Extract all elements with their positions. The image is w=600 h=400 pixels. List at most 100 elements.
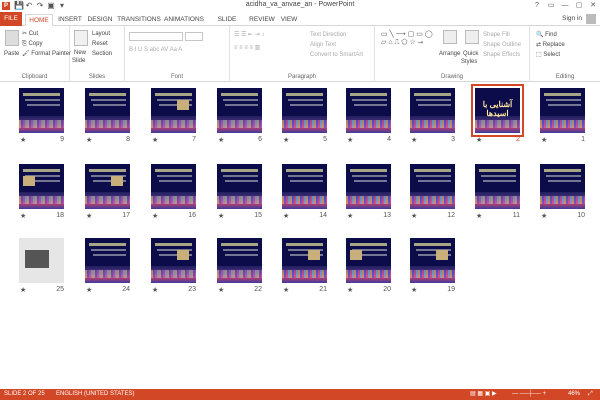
section-button[interactable]: Section <box>92 50 112 58</box>
select-button[interactable]: ⬚ Select <box>536 51 560 59</box>
quick-styles-button-line2[interactable]: Styles <box>461 58 477 66</box>
slide-thumbnail-17[interactable] <box>85 164 130 209</box>
slide-background-image <box>540 116 585 133</box>
slide-number: 15 <box>254 212 262 219</box>
ribbon-display-icon[interactable]: ▭ <box>544 0 558 12</box>
fit-slide-icon[interactable]: ⤢ <box>588 389 593 400</box>
cut-button[interactable]: ✂ Cut <box>22 30 38 38</box>
slide-text-lines <box>479 169 516 172</box>
shape-effects-button[interactable]: Shape Effects <box>483 51 520 59</box>
quick-styles-icon[interactable] <box>465 30 479 44</box>
shapes-gallery[interactable]: ▭ ╲ ⟶ ▢ ▭ ◯ ▱ ⌂ ⎍ ⬠ ☆ ⭢ <box>381 30 433 47</box>
slide-text-lines <box>27 104 60 106</box>
paragraph-group-label: Paragraph <box>287 74 317 80</box>
font-size-select[interactable] <box>185 32 203 41</box>
layout-button[interactable]: Layout <box>92 30 110 38</box>
slide-number: 10 <box>577 212 585 219</box>
paste-button[interactable]: Paste <box>4 50 19 58</box>
tab-file[interactable]: FILE <box>0 12 22 26</box>
slide-thumbnail-24[interactable] <box>85 238 130 283</box>
tab-review[interactable]: REVIEW <box>248 14 276 26</box>
new-slide-icon[interactable] <box>74 30 88 46</box>
slide-thumbnail-20[interactable] <box>346 238 391 283</box>
zoom-level[interactable]: 46% <box>568 389 580 400</box>
slide-thumbnail-11[interactable] <box>475 164 520 209</box>
slide-text-lines <box>548 180 581 182</box>
cut-label: Cut <box>28 31 39 37</box>
new-slide-button-line2[interactable]: Slide <box>72 57 85 65</box>
slide-thumbnail-7[interactable] <box>151 88 196 133</box>
shape-fill-button[interactable]: Shape Fill <box>483 31 510 39</box>
zoom-slider[interactable]: — ──┼── + <box>512 389 546 400</box>
slide-thumbnail-16[interactable] <box>151 164 196 209</box>
slide-picture <box>25 250 49 268</box>
tab-view[interactable]: VIEW <box>277 14 301 26</box>
slide-thumbnail-2[interactable]: آشنایی با اسیدها <box>471 84 524 137</box>
slide-text-lines <box>354 180 387 182</box>
animation-star-icon: ★ <box>347 287 354 294</box>
tab-home[interactable]: HOME <box>25 14 53 26</box>
format-painter-button[interactable]: 🖌 Format Painter <box>22 50 71 58</box>
align-text-button[interactable]: Align Text <box>310 41 336 49</box>
copy-label: Copy <box>28 41 43 47</box>
slide-thumbnail-3[interactable] <box>410 88 455 133</box>
text-direction-button[interactable]: Text Direction <box>310 31 346 39</box>
replace-button[interactable]: ⇄ Replace <box>536 41 565 49</box>
reset-button[interactable]: Reset <box>92 40 108 48</box>
slide-thumbnail-15[interactable] <box>217 164 262 209</box>
slide-thumbnail-25[interactable] <box>19 238 64 283</box>
help-icon[interactable]: ? <box>530 0 544 12</box>
tab-transitions[interactable]: TRANSITIONS <box>117 14 161 26</box>
slide-thumbnail-23[interactable] <box>151 238 196 283</box>
animation-star-icon: ★ <box>86 137 93 144</box>
font-family-select[interactable] <box>129 32 183 41</box>
list-buttons[interactable]: ☰ ☰ ⇤ ⇥ ↕ <box>234 31 264 39</box>
slide-thumbnail-21[interactable] <box>282 238 327 283</box>
find-button[interactable]: 🔍 Find <box>536 31 557 39</box>
slide-background-image <box>217 266 262 283</box>
new-slide-button[interactable]: New <box>74 49 86 57</box>
avatar[interactable] <box>586 14 596 24</box>
tab-insert[interactable]: INSERT <box>56 14 84 26</box>
slide-thumbnail-10[interactable] <box>540 164 585 209</box>
slide-picture <box>177 250 189 260</box>
slide-thumbnail-12[interactable] <box>410 164 455 209</box>
arrange-icon[interactable] <box>443 30 457 44</box>
tab-slide-show[interactable]: SLIDE SHOW <box>207 14 247 35</box>
slide-thumbnail-8[interactable] <box>85 88 130 133</box>
paste-icon[interactable] <box>5 30 19 46</box>
sign-in-link[interactable]: Sign in <box>562 15 582 22</box>
slide-number: 12 <box>447 212 455 219</box>
slide-background-image <box>346 266 391 283</box>
convert-smartart-button[interactable]: Convert to SmartArt <box>310 51 363 59</box>
slide-thumbnail-6[interactable] <box>217 88 262 133</box>
slide-thumbnail-9[interactable] <box>19 88 64 133</box>
close-button[interactable]: ✕ <box>586 0 600 12</box>
slide-thumbnail-4[interactable] <box>346 88 391 133</box>
tab-design[interactable]: DESIGN <box>86 14 114 26</box>
animation-star-icon: ★ <box>283 137 290 144</box>
slide-background-image <box>282 266 327 283</box>
slide-number: 17 <box>122 212 130 219</box>
paragraph-group: ☰ ☰ ⇤ ⇥ ↕ ≡ ≡ ≡ ≡ ▥ Text Direction Align… <box>230 26 375 82</box>
slide-thumbnail-5[interactable] <box>282 88 327 133</box>
font-format-buttons[interactable]: B I U S abc AV Aa A <box>129 46 182 54</box>
minimize-button[interactable]: — <box>558 0 572 12</box>
quick-styles-button[interactable]: Quick <box>463 50 478 58</box>
slide-thumbnail-1[interactable] <box>540 88 585 133</box>
copy-button[interactable]: ⎘ Copy <box>22 40 42 48</box>
view-buttons[interactable]: ▤ ▦ ▣ ▶ <box>470 389 497 400</box>
slide-text-lines <box>354 104 387 106</box>
slide-thumbnail-14[interactable] <box>282 164 327 209</box>
arrange-button[interactable]: Arrange <box>439 50 460 58</box>
shape-outline-button[interactable]: Shape Outline <box>483 41 521 49</box>
slide-thumbnail-13[interactable] <box>346 164 391 209</box>
align-buttons[interactable]: ≡ ≡ ≡ ≡ ▥ <box>234 44 260 52</box>
tab-animations[interactable]: ANIMATIONS <box>162 14 206 26</box>
language-status[interactable]: ENGLISH (UNITED STATES) <box>56 389 134 400</box>
maximize-button[interactable]: ▢ <box>572 0 586 12</box>
animation-star-icon: ★ <box>20 287 27 294</box>
slide-thumbnail-18[interactable] <box>19 164 64 209</box>
slide-thumbnail-22[interactable] <box>217 238 262 283</box>
slide-thumbnail-19[interactable] <box>410 238 455 283</box>
